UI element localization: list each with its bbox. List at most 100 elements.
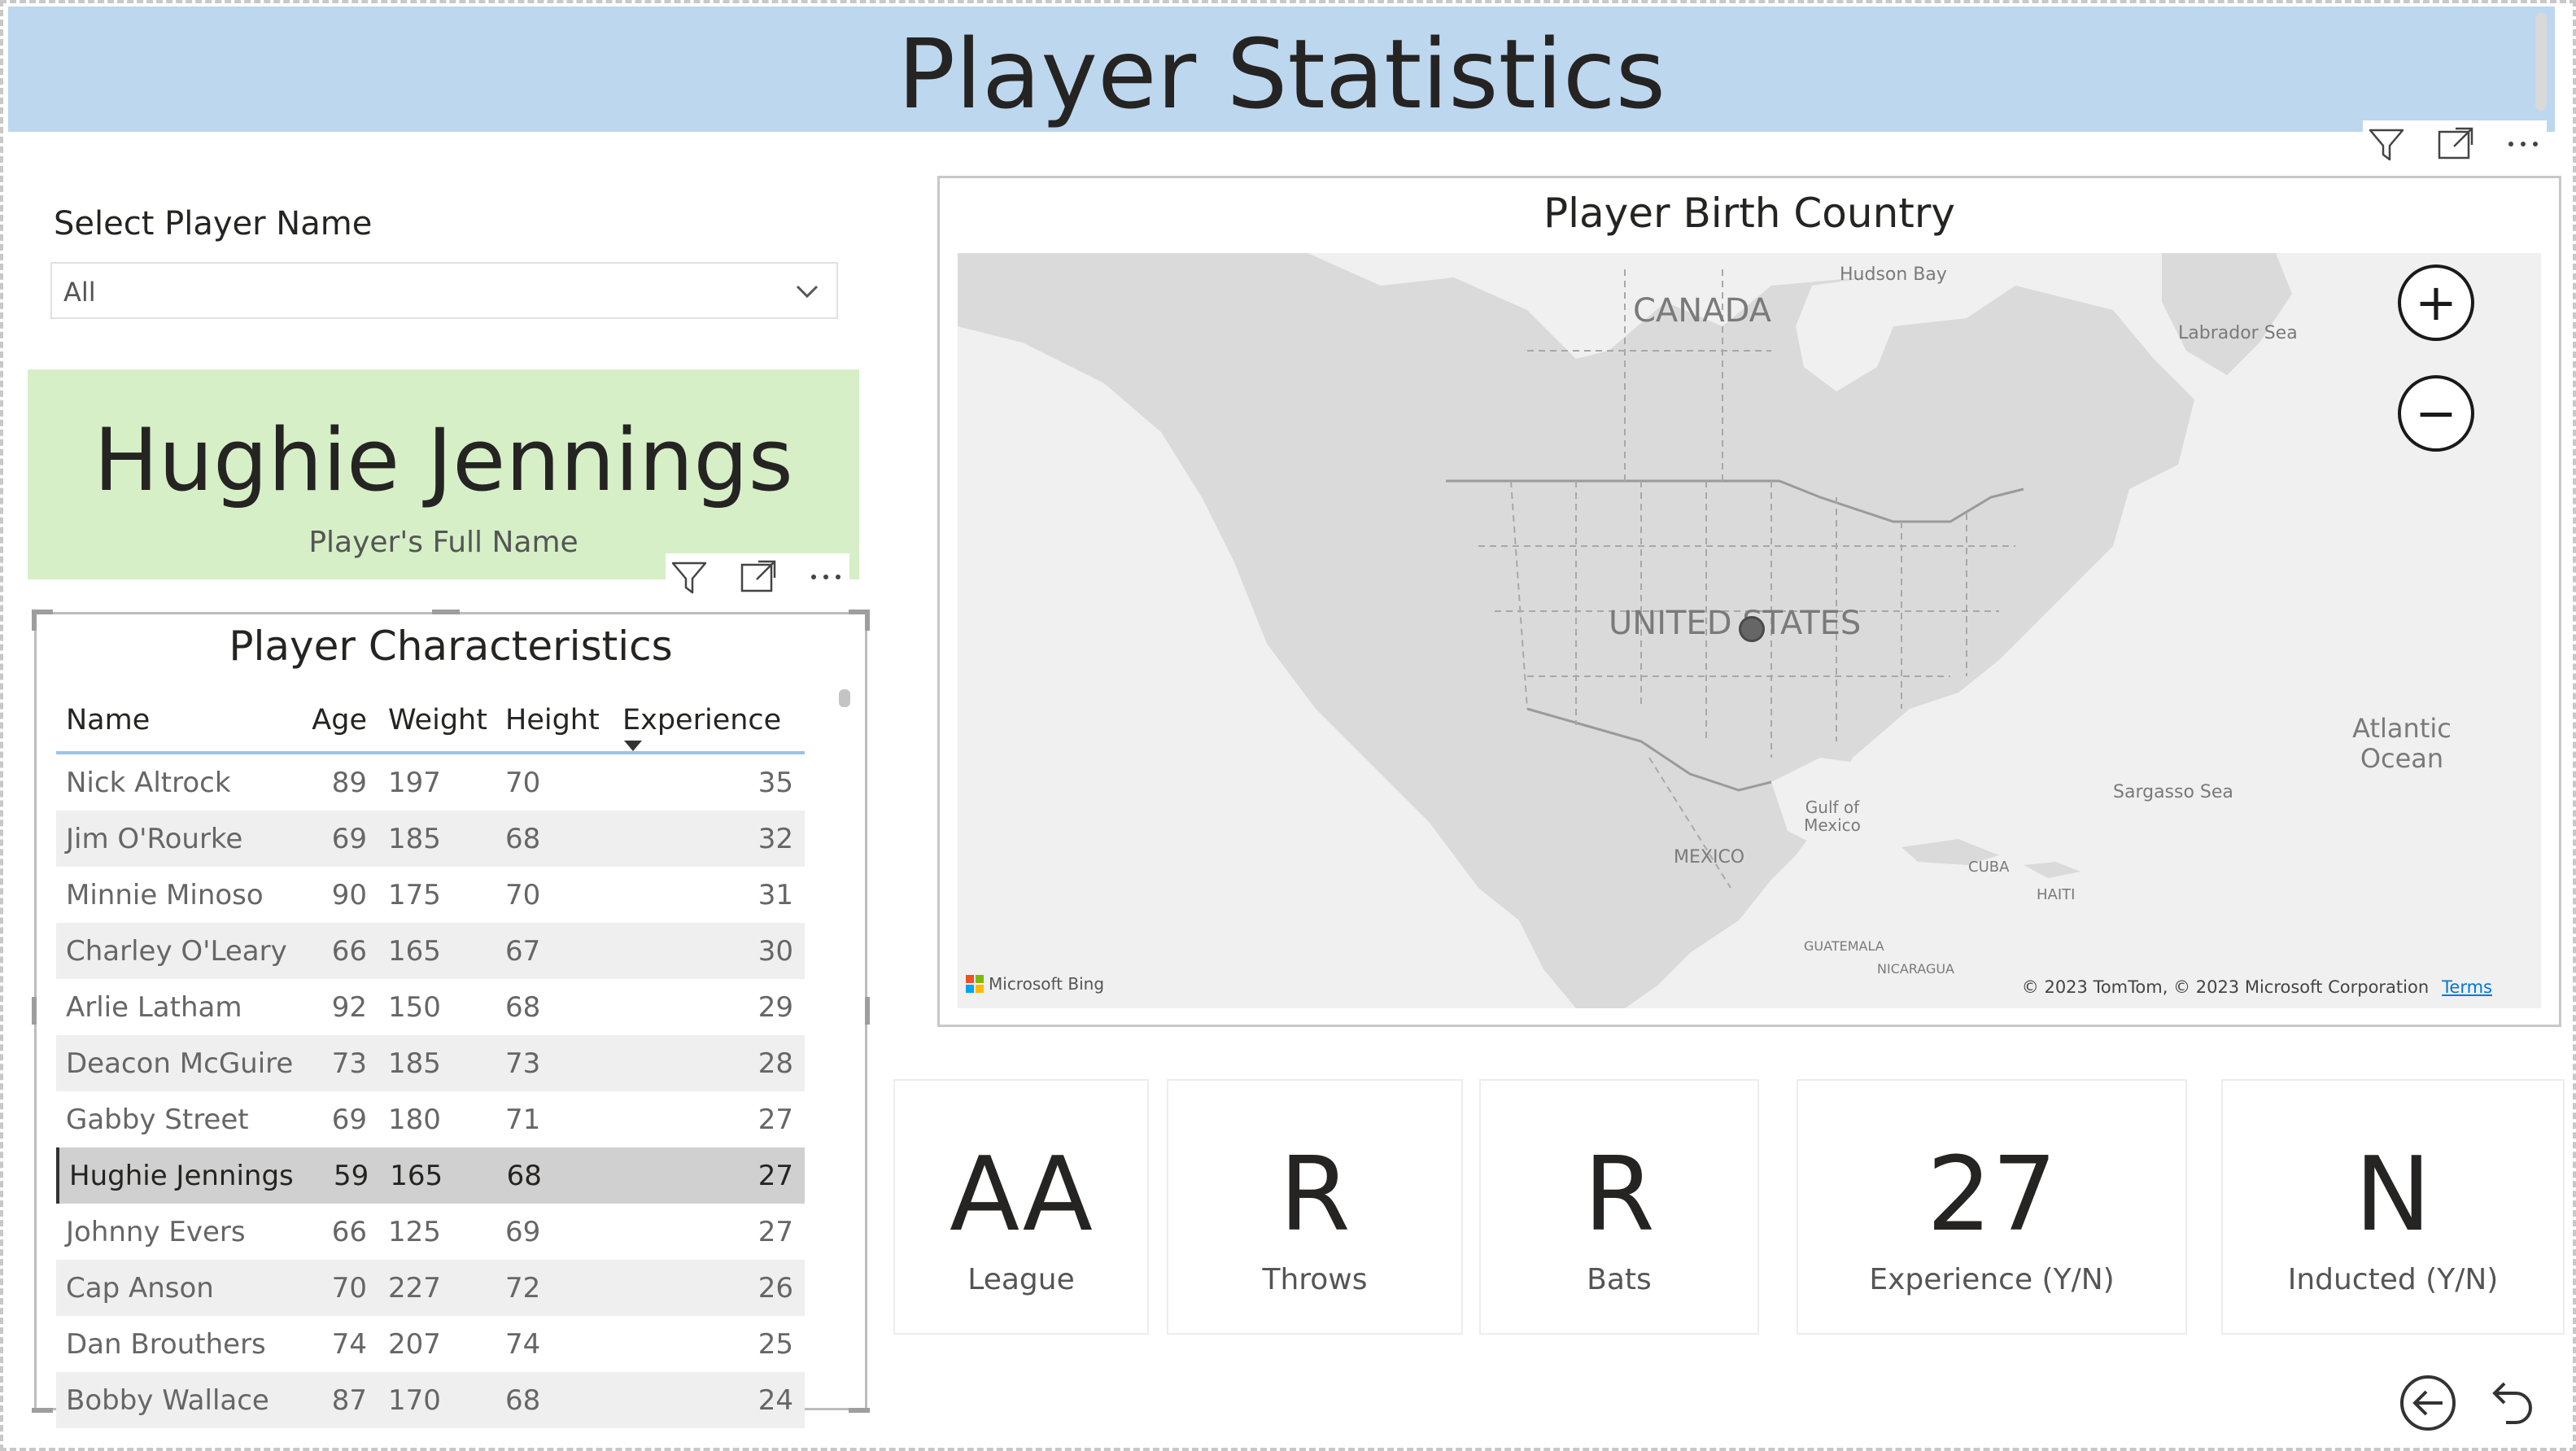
player-name-slicer[interactable]: All: [50, 262, 838, 319]
table-body: Nick Altrock 89 197 70 35 Jim O'Rourke 69 185 68…: [56, 754, 805, 1428]
table-row[interactable]: Gabby Street 69 180 71 27: [56, 1091, 805, 1147]
kpi-card-inducted: N Inducted (Y/N): [2223, 1081, 2563, 1333]
table-scrollbar[interactable]: [839, 689, 850, 707]
column-header-height[interactable]: Height: [492, 704, 606, 736]
filter-icon: [671, 562, 707, 594]
cell-experience: 27: [758, 1215, 793, 1248]
report-canvas: Player Statistics Select Player Name All…: [0, 0, 2576, 1451]
map-canvas[interactable]: CANADA Hudson Bay Labrador Sea UNITED ST…: [958, 253, 2541, 1008]
more-options-icon: [811, 575, 840, 579]
table-row[interactable]: Johnny Evers 66 125 69 27: [56, 1204, 805, 1260]
back-button[interactable]: [2395, 1370, 2460, 1436]
zoom-in-button[interactable]: +: [2398, 264, 2474, 341]
cell-age: 92: [331, 990, 367, 1024]
kpi-value: R: [1279, 1134, 1351, 1254]
slicer-label: Select Player Name: [54, 205, 373, 243]
map-label-mexico: MEXICO: [1674, 847, 1745, 868]
cell-height: 68: [505, 1383, 541, 1417]
resize-handle[interactable]: [865, 997, 870, 1025]
table-filter-button[interactable]: [666, 553, 713, 601]
resize-handle[interactable]: [849, 1408, 870, 1413]
player-full-name: Hughie Jennings: [94, 410, 793, 510]
cell-weight: 175: [388, 878, 441, 911]
column-header-experience-label: Experience: [622, 704, 782, 736]
cell-experience: 32: [758, 822, 793, 855]
cell-weight: 125: [388, 1215, 441, 1248]
cell-height: 74: [505, 1327, 541, 1361]
map-more-options-button[interactable]: [2500, 120, 2547, 168]
chevron-down-icon: [796, 285, 819, 299]
slicer-selected-value: All: [63, 277, 96, 308]
map-attribution: © 2023 TomTom, © 2023 Microsoft Corporat…: [2022, 977, 2492, 997]
table-title: Player Characteristics: [229, 623, 673, 670]
table-row-selected[interactable]: Hughie Jennings 59 165 68 27: [56, 1147, 805, 1204]
resize-handle[interactable]: [432, 610, 460, 614]
column-header-age[interactable]: Age: [303, 704, 378, 736]
filter-icon: [2369, 129, 2404, 161]
terms-link[interactable]: Terms: [2442, 977, 2492, 997]
cell-age: 69: [331, 822, 367, 855]
table-row[interactable]: Nick Altrock 89 197 70 35: [56, 754, 805, 811]
cell-weight: 197: [388, 766, 441, 799]
cell-height: 70: [505, 766, 541, 799]
kpi-card-bats: R Bats: [1481, 1081, 1757, 1333]
cell-weight: 150: [388, 990, 441, 1024]
cell-weight: 165: [390, 1159, 443, 1192]
cell-age: 87: [331, 1383, 367, 1417]
back-arrow-icon: [2400, 1375, 2456, 1431]
kpi-value: AA: [950, 1134, 1093, 1254]
table-row[interactable]: Bobby Wallace 87 170 68 24: [56, 1372, 805, 1428]
column-header-name[interactable]: Name: [56, 704, 303, 736]
cell-height: 73: [505, 1047, 541, 1080]
resize-handle[interactable]: [32, 1408, 53, 1413]
kpi-card-throws: R Throws: [1168, 1081, 1461, 1333]
page-scrollbar[interactable]: [2535, 13, 2547, 111]
cell-weight: 185: [388, 1047, 441, 1080]
copyright-text: © 2023 TomTom, © 2023 Microsoft Corporat…: [2021, 977, 2430, 997]
table-focus-button[interactable]: [734, 553, 781, 601]
map-label-canada: CANADA: [1633, 292, 1772, 330]
cell-age: 74: [331, 1327, 367, 1361]
player-characteristics-table[interactable]: Player Characteristics Name Age Weight H…: [32, 610, 870, 1428]
cell-age: 70: [331, 1271, 367, 1305]
map-visual-toolbar: [2363, 120, 2547, 168]
table-row[interactable]: Deacon McGuire 73 185 73 28: [56, 1035, 805, 1091]
map-label-labrador-sea: Labrador Sea: [2178, 323, 2298, 343]
table-row[interactable]: Charley O'Leary 66 165 67 30: [56, 923, 805, 979]
cell-weight: 170: [388, 1383, 441, 1417]
table-more-options-button[interactable]: [802, 553, 849, 601]
kpi-value: N: [2354, 1134, 2432, 1254]
map-focus-button[interactable]: [2431, 120, 2478, 168]
birth-location-marker[interactable]: [1739, 616, 1765, 642]
map-label-sargasso-sea: Sargasso Sea: [2113, 782, 2233, 802]
resize-handle[interactable]: [32, 997, 37, 1025]
reset-icon: [2492, 1382, 2532, 1424]
cell-name: Minnie Minoso: [66, 878, 264, 911]
column-header-weight[interactable]: Weight: [378, 704, 492, 736]
cell-name: Charley O'Leary: [66, 934, 287, 968]
zoom-out-button[interactable]: −: [2398, 375, 2474, 452]
column-header-experience[interactable]: Experience: [606, 704, 805, 751]
table-row[interactable]: Minnie Minoso 90 175 70 31: [56, 867, 805, 923]
kpi-value: 27: [1926, 1134, 2058, 1254]
map-label-nicaragua: NICARAGUA: [1877, 961, 1954, 977]
kpi-card-league: AA League: [895, 1081, 1147, 1333]
table-row[interactable]: Jim O'Rourke 69 185 68 32: [56, 811, 805, 867]
kpi-card-experience: 27 Experience (Y/N): [1798, 1081, 2185, 1333]
table-row[interactable]: Cap Anson 70 227 72 26: [56, 1260, 805, 1316]
cell-age: 59: [334, 1159, 369, 1192]
cell-name: Hughie Jennings: [69, 1159, 294, 1192]
map-filter-button[interactable]: [2363, 120, 2410, 168]
cell-experience: 24: [758, 1383, 793, 1417]
map-label-gulf-of-mexico: Gulf of Mexico: [1804, 798, 1861, 835]
resize-handle[interactable]: [865, 610, 870, 631]
cell-age: 66: [331, 934, 367, 968]
table-row[interactable]: Arlie Latham 92 150 68 29: [56, 979, 805, 1035]
cell-experience: 28: [758, 1047, 793, 1080]
cell-weight: 165: [388, 934, 441, 968]
reset-button[interactable]: [2477, 1370, 2542, 1436]
table-row[interactable]: Dan Brouthers 74 207 74 25: [56, 1316, 805, 1372]
sort-descending-icon: [624, 741, 642, 751]
map-label-united-states: UNITED STATES: [1609, 605, 1862, 642]
cell-height: 68: [506, 1159, 542, 1192]
